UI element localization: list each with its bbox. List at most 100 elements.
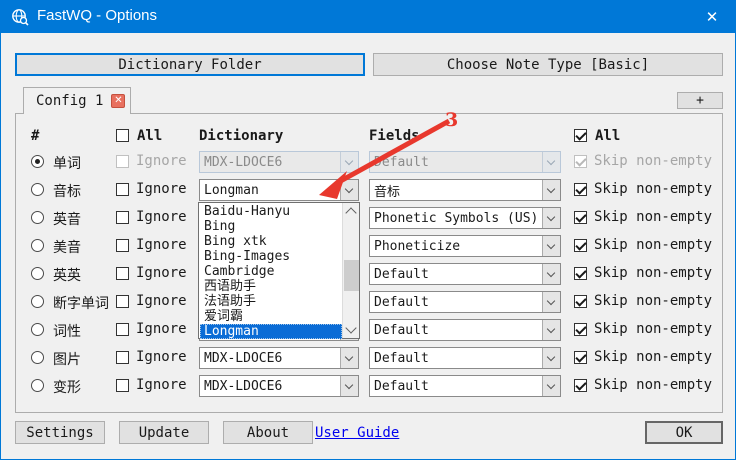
row-radio[interactable] — [31, 323, 44, 336]
fields-combobox-value: Default — [370, 351, 542, 366]
row-label: 英音 — [53, 209, 81, 229]
dropdown-arrow-icon[interactable] — [542, 180, 560, 200]
skip-checkbox[interactable] — [574, 183, 587, 196]
user-guide-link[interactable]: User Guide — [315, 425, 399, 441]
scroll-down-icon[interactable] — [345, 322, 356, 333]
dropdown-item[interactable]: Baidu-Hanyu — [200, 204, 342, 219]
row-label: 英英 — [53, 265, 81, 285]
skip-checkbox[interactable] — [574, 155, 587, 168]
row-radio[interactable] — [31, 155, 44, 168]
tab-config-1[interactable]: Config 1 ✕ — [23, 87, 131, 114]
fields-combobox-value: Default — [370, 295, 542, 310]
ignore-checkbox[interactable] — [116, 267, 129, 280]
ignore-checkbox[interactable] — [116, 155, 129, 168]
dropdown-scrollbar[interactable] — [342, 203, 359, 338]
dictionary-combobox[interactable]: MDX-LDOCE6 — [199, 375, 359, 397]
row-label: 变形 — [53, 377, 81, 397]
skip-checkbox[interactable] — [574, 295, 587, 308]
dropdown-item[interactable]: 法语助手 — [200, 294, 342, 309]
dictionary-combobox[interactable]: MDX-LDOCE6 — [199, 347, 359, 369]
title-bar[interactable]: FastWQ - Options ✕ — [1, 1, 735, 33]
dropdown-item[interactable]: 爱词霸 — [200, 309, 342, 324]
scroll-thumb[interactable] — [344, 260, 359, 291]
update-button[interactable]: Update — [119, 421, 209, 444]
about-button[interactable]: About — [223, 421, 313, 444]
ok-button[interactable]: OK — [645, 421, 723, 444]
row-radio[interactable] — [31, 295, 44, 308]
row-radio[interactable] — [31, 267, 44, 280]
add-config-label: + — [696, 93, 704, 108]
dropdown-item[interactable]: Longman — [200, 324, 342, 339]
fields-combobox[interactable]: Default — [369, 347, 561, 369]
fields-combobox-value: Default — [370, 379, 542, 394]
fields-combobox-value: Phonetic Symbols (US) — [370, 211, 542, 226]
chevron-down-icon — [345, 353, 353, 361]
skip-checkbox[interactable] — [574, 379, 587, 392]
window-close-button[interactable]: ✕ — [689, 1, 735, 33]
settings-label: Settings — [26, 425, 93, 441]
scroll-up-icon[interactable] — [345, 207, 356, 218]
fields-combobox[interactable]: Phonetic Symbols (US) — [369, 207, 561, 229]
dictionary-folder-label: Dictionary Folder — [118, 57, 261, 73]
fields-combobox[interactable]: Default — [369, 291, 561, 313]
skip-checkbox[interactable] — [574, 351, 587, 364]
ignore-checkbox[interactable] — [116, 323, 129, 336]
add-config-button[interactable]: + — [677, 92, 723, 109]
choose-note-type-label: Choose Note Type [Basic] — [447, 57, 649, 73]
dropdown-arrow-icon[interactable] — [542, 292, 560, 312]
ignore-checkbox[interactable] — [116, 379, 129, 392]
row-label: 图片 — [53, 349, 81, 369]
all-skip-checkbox[interactable] — [574, 129, 587, 142]
ignore-checkbox[interactable] — [116, 183, 129, 196]
dropdown-arrow-icon[interactable] — [542, 348, 560, 368]
skip-checkbox[interactable] — [574, 323, 587, 336]
skip-label: Skip non-empty — [594, 349, 712, 365]
row-radio[interactable] — [31, 183, 44, 196]
row-label: 断字单词 — [53, 293, 109, 313]
dictionary-folder-button[interactable]: Dictionary Folder — [15, 53, 365, 76]
settings-button[interactable]: Settings — [15, 421, 105, 444]
all-ignore-checkbox[interactable] — [116, 129, 129, 142]
tab-close-icon[interactable]: ✕ — [111, 94, 125, 108]
tab-label: Config 1 — [36, 93, 103, 109]
choose-note-type-button[interactable]: Choose Note Type [Basic] — [373, 53, 723, 76]
fields-combobox[interactable]: Phoneticize — [369, 235, 561, 257]
row-radio[interactable] — [31, 351, 44, 364]
skip-label: Skip non-empty — [594, 209, 712, 225]
chevron-down-icon — [547, 381, 555, 389]
close-icon: ✕ — [706, 8, 719, 26]
dropdown-arrow-icon[interactable] — [542, 208, 560, 228]
ignore-label: Ignore — [136, 293, 187, 309]
ignore-checkbox[interactable] — [116, 211, 129, 224]
dropdown-arrow-icon[interactable] — [542, 320, 560, 340]
fields-combobox[interactable]: Default — [369, 319, 561, 341]
row-label: 音标 — [53, 181, 81, 201]
dropdown-item[interactable]: Bing — [200, 219, 342, 234]
dropdown-item[interactable]: Cambridge — [200, 264, 342, 279]
dropdown-arrow-icon[interactable] — [340, 376, 358, 396]
dropdown-arrow-icon[interactable] — [542, 152, 560, 172]
dropdown-arrow-icon[interactable] — [542, 236, 560, 256]
dropdown-arrow-icon[interactable] — [542, 264, 560, 284]
row-radio[interactable] — [31, 239, 44, 252]
dropdown-item[interactable]: 西语助手 — [200, 279, 342, 294]
dropdown-item[interactable]: Bing-Images — [200, 249, 342, 264]
fields-combobox[interactable]: Default — [369, 263, 561, 285]
ignore-checkbox[interactable] — [116, 295, 129, 308]
dropdown-arrow-icon[interactable] — [340, 348, 358, 368]
dropdown-item[interactable]: Bing xtk — [200, 234, 342, 249]
dropdown-arrow-icon[interactable] — [542, 376, 560, 396]
skip-label: Skip non-empty — [594, 237, 712, 253]
row-radio[interactable] — [31, 379, 44, 392]
skip-label: Skip non-empty — [594, 377, 712, 393]
dictionary-combobox-value: MDX-LDOCE6 — [200, 379, 340, 394]
skip-checkbox[interactable] — [574, 239, 587, 252]
chevron-down-icon — [547, 241, 555, 249]
ignore-checkbox[interactable] — [116, 351, 129, 364]
ignore-checkbox[interactable] — [116, 239, 129, 252]
fields-combobox[interactable]: Default — [369, 375, 561, 397]
row-radio[interactable] — [31, 211, 44, 224]
skip-label: Skip non-empty — [594, 181, 712, 197]
skip-checkbox[interactable] — [574, 211, 587, 224]
skip-checkbox[interactable] — [574, 267, 587, 280]
